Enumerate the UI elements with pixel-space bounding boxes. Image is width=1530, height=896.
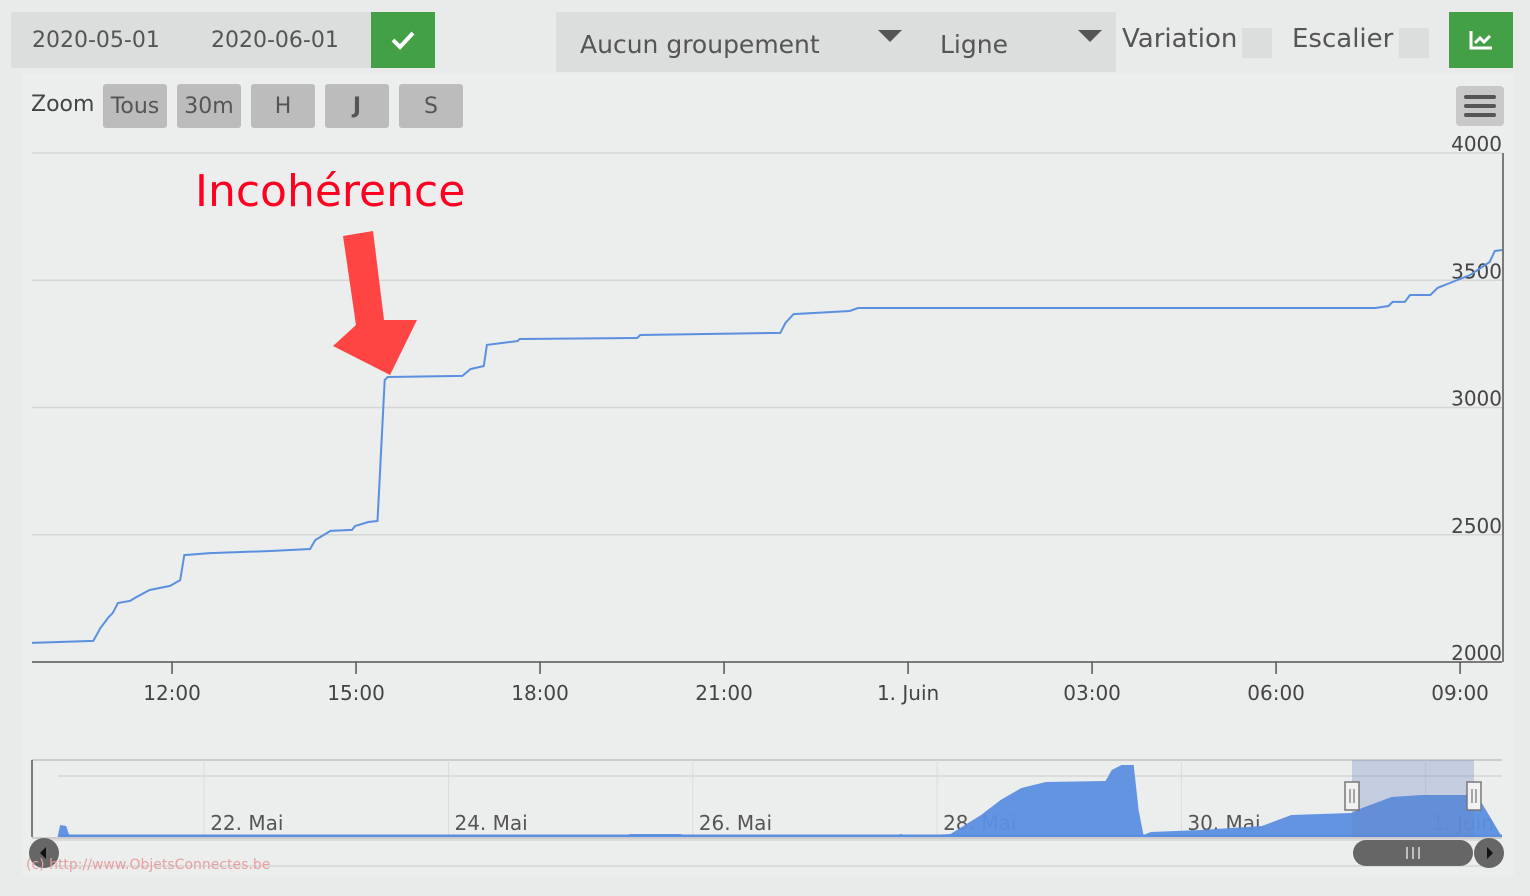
x-tick-label: 12:00 — [143, 681, 201, 705]
x-tick-label: 21:00 — [695, 681, 753, 705]
x-tick-label: 09:00 — [1431, 681, 1489, 705]
x-tick-label: 18:00 — [511, 681, 569, 705]
watermark: (c) http://www.ObjetsConnectes.be — [26, 857, 271, 873]
x-tick-label: 15:00 — [327, 681, 385, 705]
y-tick-label: 4000 — [1451, 132, 1502, 156]
navigator-tick-label: 26. Mai — [699, 811, 772, 835]
navigator-tick-label: 24. Mai — [454, 811, 527, 835]
navigator-handle[interactable] — [1344, 781, 1360, 811]
arrow-icon — [333, 231, 417, 375]
navigator-selection — [1352, 760, 1474, 837]
x-tick-label: 03:00 — [1063, 681, 1121, 705]
chart-svg: 2000250030003500400012:00 15:00 18:00 21:00… — [29, 132, 1504, 868]
y-tick-label: 3000 — [1451, 387, 1502, 411]
data-line — [31, 249, 1503, 644]
annotation-label: Incohérence — [195, 166, 466, 217]
y-tick-label: 2500 — [1451, 514, 1502, 538]
x-tick-label: 06:00 — [1247, 681, 1305, 705]
navigator-handle[interactable] — [1466, 781, 1482, 811]
navigator-tick-label: 22. Mai — [210, 811, 283, 835]
x-tick-label: 1. Juin — [877, 681, 939, 705]
